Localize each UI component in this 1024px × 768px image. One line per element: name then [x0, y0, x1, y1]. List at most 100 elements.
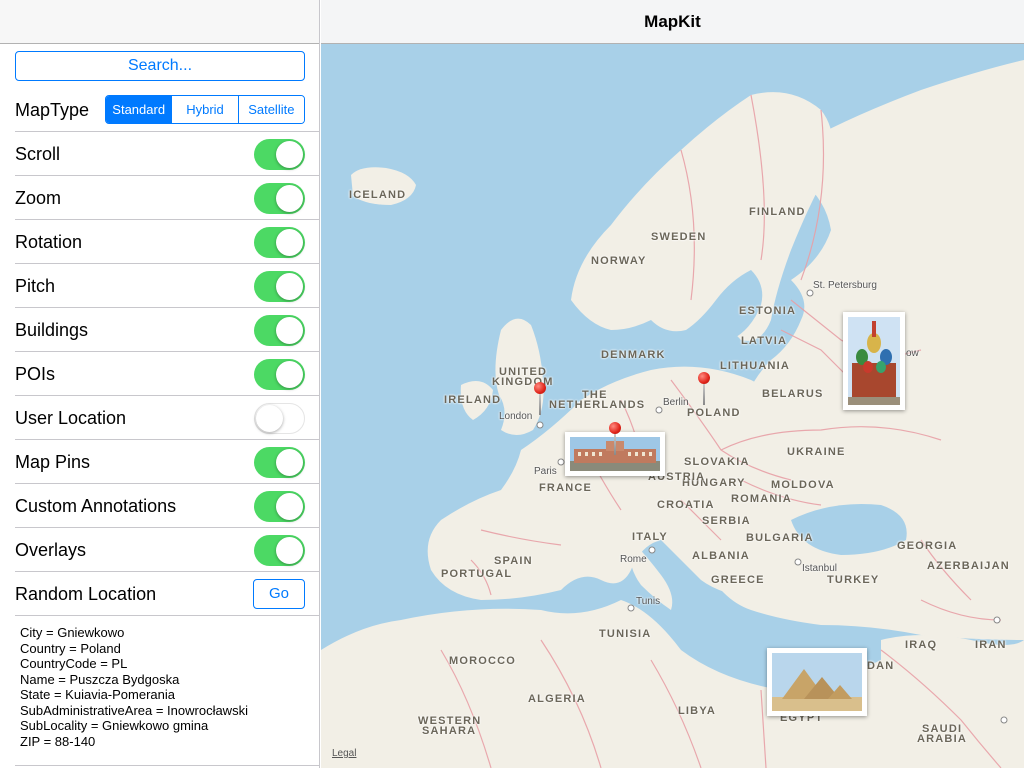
map-pin-london[interactable]: [534, 382, 546, 418]
map-label-greece: GREECE: [711, 574, 765, 586]
toggle-knob: [276, 449, 303, 476]
custom-annotations-row: Custom Annotations: [0, 484, 319, 528]
map-label-albania: ALBANIA: [692, 550, 750, 562]
placemark-info: City = Gniewkowo Country = Poland Countr…: [20, 625, 315, 749]
pyramids-photo-annotation[interactable]: [767, 648, 867, 716]
city-rome: Rome: [620, 554, 647, 565]
pois-toggle[interactable]: [254, 359, 305, 390]
map-pin-germany[interactable]: [609, 422, 621, 458]
rotation-row: Rotation: [0, 220, 319, 264]
maptype-satellite-segment[interactable]: Satellite: [237, 96, 304, 123]
map-label-serbia: SERBIA: [702, 515, 751, 527]
map-label-lithuania: LITHUANIA: [720, 360, 791, 372]
map-label-georgia: GEORGIA: [897, 540, 958, 552]
map-label-netherlands: NETHERLANDS: [549, 399, 646, 411]
map-label-ireland: IRELAND: [444, 394, 502, 406]
map-label-ukraine: UKRAINE: [787, 446, 846, 458]
info-line: City = Gniewkowo: [20, 625, 125, 640]
map-label-portugal: PORTUGAL: [441, 568, 513, 580]
pin-stick: [614, 433, 616, 455]
legal-link[interactable]: Legal: [332, 748, 356, 759]
map-pin-poland[interactable]: [698, 372, 710, 408]
buildings-row: Buildings: [0, 308, 319, 352]
pin-stick: [539, 393, 541, 415]
toggle-knob: [276, 493, 303, 520]
city-st-petersburg: St. Petersburg: [813, 280, 877, 291]
pin-head: [698, 372, 710, 384]
search-row: Search...: [0, 44, 319, 88]
pitch-toggle[interactable]: [254, 271, 305, 302]
toggle-knob: [256, 404, 283, 432]
maptype-row: MapType Standard Hybrid Satellite: [0, 88, 319, 132]
map-label-slovakia: SLOVAKIA: [684, 456, 750, 468]
map-label-poland: POLAND: [687, 407, 741, 419]
pois-row: POIs: [0, 352, 319, 396]
map-label-bulgaria: BULGARIA: [746, 532, 814, 544]
map-label-azerbaijan: AZERBAIJAN: [927, 560, 1010, 572]
user-location-toggle[interactable]: [254, 403, 305, 434]
map-label-iraq: IRAQ: [905, 639, 938, 651]
toggle-knob: [276, 185, 303, 212]
map-pins-toggle[interactable]: [254, 447, 305, 478]
toggle-knob: [276, 273, 303, 300]
map-label-iceland: ICELAND: [349, 189, 407, 201]
custom-annotations-toggle[interactable]: [254, 491, 305, 522]
random-location-row: Random Location Go: [0, 572, 319, 616]
overlays-label: Overlays: [15, 540, 87, 560]
map-label-spain: SPAIN: [494, 555, 533, 567]
map-label-latvia: LATVIA: [741, 335, 788, 347]
zoom-toggle[interactable]: [254, 183, 305, 214]
maptype-label: MapType: [15, 100, 90, 120]
sidebar-header: [0, 0, 319, 44]
maptype-standard-segment[interactable]: Standard: [106, 96, 172, 123]
rotation-label: Rotation: [15, 232, 83, 252]
overlays-row: Overlays: [0, 528, 319, 572]
city-tunis: Tunis: [636, 596, 661, 607]
maptype-segmented-control: Standard Hybrid Satellite: [105, 95, 305, 124]
map-label-jordan-partial: DAN: [867, 660, 895, 672]
settings-sidebar: Search... MapType Standard Hybrid Satell…: [0, 0, 320, 768]
maptype-hybrid-segment[interactable]: Hybrid: [171, 96, 238, 123]
overlays-toggle[interactable]: [254, 535, 305, 566]
map-label-sahara: SAHARA: [422, 725, 477, 737]
map-label-sweden: SWEDEN: [651, 231, 707, 243]
info-line: State = Kuiavia-Pomerania: [20, 687, 176, 702]
map-label-libya: LIBYA: [678, 705, 716, 717]
toggle-knob: [276, 537, 303, 564]
map-label-norway: NORWAY: [591, 255, 647, 267]
rotation-toggle[interactable]: [254, 227, 305, 258]
custom-annotations-label: Custom Annotations: [15, 496, 177, 516]
user-location-label: User Location: [15, 408, 127, 428]
pin-stick: [703, 383, 705, 405]
pyramids-photo: [772, 653, 862, 711]
toggle-knob: [276, 229, 303, 256]
buildings-toggle[interactable]: [254, 315, 305, 346]
map-view[interactable]: ICELAND FINLAND SWEDEN NORWAY ESTONIA LA…: [321, 0, 1024, 768]
scroll-toggle[interactable]: [254, 139, 305, 170]
map-label-algeria: ALGERIA: [528, 693, 586, 705]
st-basils-photo-annotation[interactable]: [843, 312, 905, 410]
st-basils-cathedral-photo: [848, 317, 900, 405]
scroll-row: Scroll: [0, 132, 319, 176]
map-label-estonia: ESTONIA: [739, 305, 797, 317]
go-button[interactable]: Go: [253, 579, 305, 609]
search-button[interactable]: Search...: [15, 51, 305, 81]
toggle-knob: [276, 361, 303, 388]
pitch-row: Pitch: [0, 264, 319, 308]
scroll-label: Scroll: [15, 144, 61, 164]
pois-label: POIs: [15, 364, 56, 384]
toggle-knob: [276, 317, 303, 344]
map-label-romania: ROMANIA: [731, 493, 792, 505]
navbar-title: MapKit: [644, 12, 701, 31]
toggle-knob: [276, 141, 303, 168]
city-berlin: Berlin: [663, 397, 689, 408]
user-location-row: User Location: [0, 396, 319, 440]
map-pins-row: Map Pins: [0, 440, 319, 484]
map-label-denmark: DENMARK: [601, 349, 666, 361]
divider: [15, 765, 319, 766]
buildings-label: Buildings: [15, 320, 89, 340]
pin-head: [534, 382, 546, 394]
city-istanbul: Istanbul: [802, 563, 838, 574]
pin-head: [609, 422, 621, 434]
info-line: CountryCode = PL: [20, 656, 128, 671]
